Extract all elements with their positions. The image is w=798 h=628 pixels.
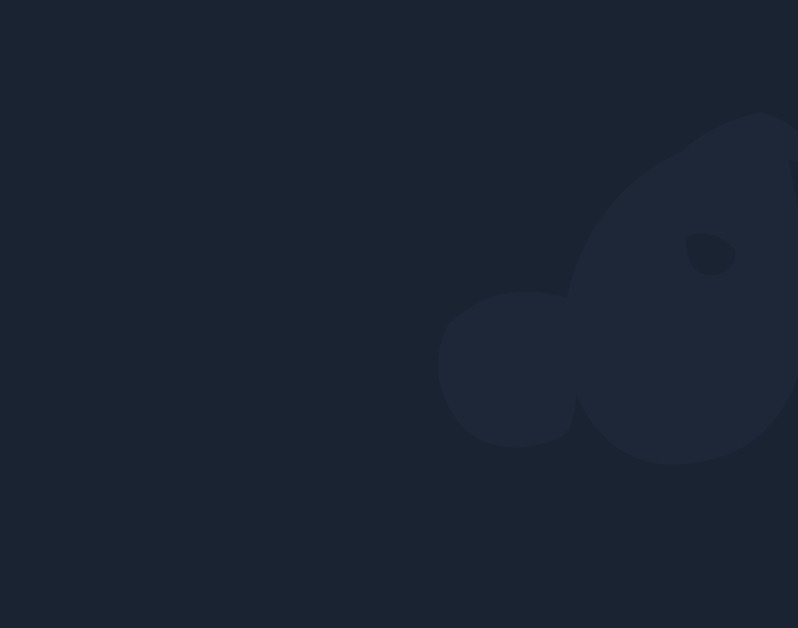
kali-dragon-logo bbox=[348, 50, 798, 550]
terminal-area[interactable] bbox=[0, 0, 798, 88]
